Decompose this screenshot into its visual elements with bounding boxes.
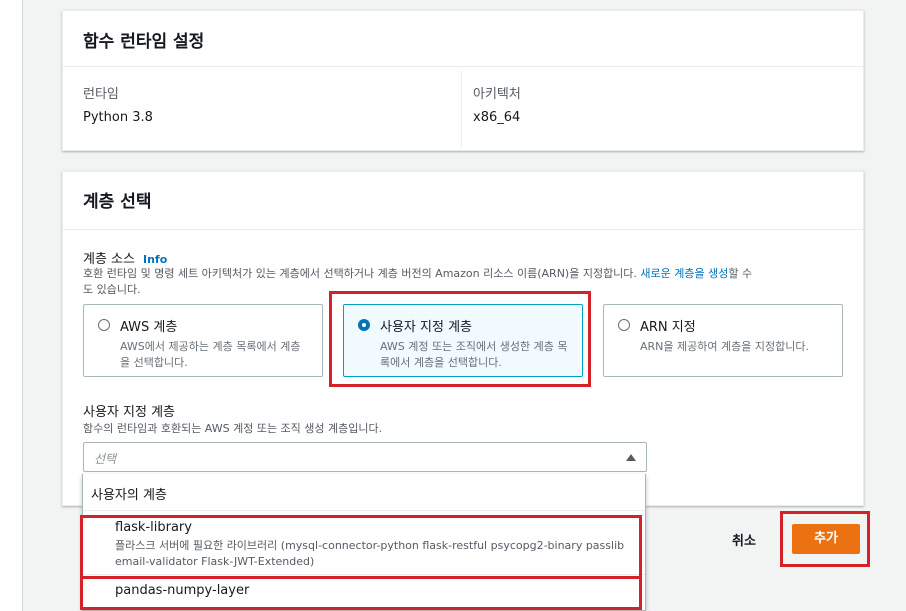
tile-custom-layer[interactable]: 사용자 지정 계층 AWS 계정 또는 조직에서 생성한 계층 목록에서 계층을… <box>343 304 583 377</box>
left-strip <box>0 0 23 611</box>
tile-aws-layer[interactable]: AWS 계층 AWS에서 제공하는 계층 목록에서 계층을 선택합니다. <box>83 304 323 377</box>
caret-up-icon <box>626 454 636 461</box>
layer-dropdown: 사용자의 계층 flask-library 플라스크 서버에 필요한 라이브러리… <box>82 474 646 611</box>
layer-panel-title: 계층 선택 <box>63 172 863 230</box>
runtime-panel-title: 함수 런타임 설정 <box>63 11 863 67</box>
select-placeholder: 선택 <box>94 452 117 466</box>
dropdown-group-label: 사용자의 계층 <box>91 488 167 503</box>
tile-description: AWS 계정 또는 조직에서 생성한 계층 목록에서 계층을 선택합니다. <box>380 340 568 369</box>
dropdown-option-pandas-numpy-layer[interactable]: pandas-numpy-layer <box>115 583 249 598</box>
layer-select[interactable]: 선택 <box>83 442 647 472</box>
radio-icon[interactable] <box>358 319 370 331</box>
dropdown-option-flask-library[interactable]: flask-library 플라스크 서버에 필요한 라이브러리 (mysql-… <box>115 520 625 570</box>
option-description: 플라스크 서버에 필요한 라이브러리 (mysql-connector-pyth… <box>115 539 625 568</box>
tile-arn-layer[interactable]: ARN 지정 ARN을 제공하여 계층을 지정합니다. <box>603 304 843 377</box>
column-divider <box>461 71 462 147</box>
layer-source-desc-text: 호환 런타임 및 명령 세트 아키텍처가 있는 계층에서 선택하거나 계층 버전… <box>83 267 637 280</box>
radio-icon[interactable] <box>98 319 110 331</box>
layer-source-desc-text-3: 도 있습니다. <box>83 283 141 296</box>
tile-title: ARN 지정 <box>640 320 696 335</box>
custom-layer-label: 사용자 지정 계층 <box>83 405 175 420</box>
layer-source-description: 호환 런타임 및 명령 세트 아키텍처가 있는 계층에서 선택하거나 계층 버전… <box>83 266 853 298</box>
add-button[interactable]: 추가 <box>792 524 860 554</box>
option-title: flask-library <box>115 520 192 535</box>
layer-select-panel: 계층 선택 계층 소스 Info 호환 런타임 및 명령 세트 아키텍처가 있는 … <box>62 171 864 506</box>
runtime-field: 런타임 Python 3.8 <box>83 83 153 125</box>
layer-source-text: 계층 소스 <box>83 252 135 267</box>
create-layer-link[interactable]: 새로운 계층을 생성 <box>640 267 728 280</box>
architecture-value: x86_64 <box>473 110 521 125</box>
option-title: pandas-numpy-layer <box>115 583 250 598</box>
runtime-value: Python 3.8 <box>83 110 153 125</box>
custom-layer-description: 함수의 런타임과 호환되는 AWS 계정 또는 조직 생성 계층입니다. <box>83 422 383 435</box>
architecture-label: 아키텍처 <box>473 87 521 102</box>
dropdown-divider <box>83 574 645 575</box>
runtime-label: 런타임 <box>83 87 119 102</box>
layer-source-label: 계층 소스 Info <box>83 248 167 267</box>
architecture-field: 아키텍처 x86_64 <box>473 83 521 125</box>
tile-title: 사용자 지정 계층 <box>380 320 472 335</box>
dropdown-divider <box>83 510 645 511</box>
tile-description: AWS에서 제공하는 계층 목록에서 계층을 선택합니다. <box>120 340 301 369</box>
tile-title: AWS 계층 <box>120 320 178 335</box>
tile-description: ARN을 제공하여 계층을 지정합니다. <box>640 340 809 353</box>
radio-icon[interactable] <box>618 319 630 331</box>
info-link[interactable]: Info <box>143 253 167 266</box>
layer-source-desc-text-2: 할 수 <box>728 267 753 280</box>
cancel-button[interactable]: 취소 <box>732 530 756 549</box>
runtime-settings-panel: 함수 런타임 설정 런타임 Python 3.8 아키텍처 x86_64 <box>62 10 864 151</box>
